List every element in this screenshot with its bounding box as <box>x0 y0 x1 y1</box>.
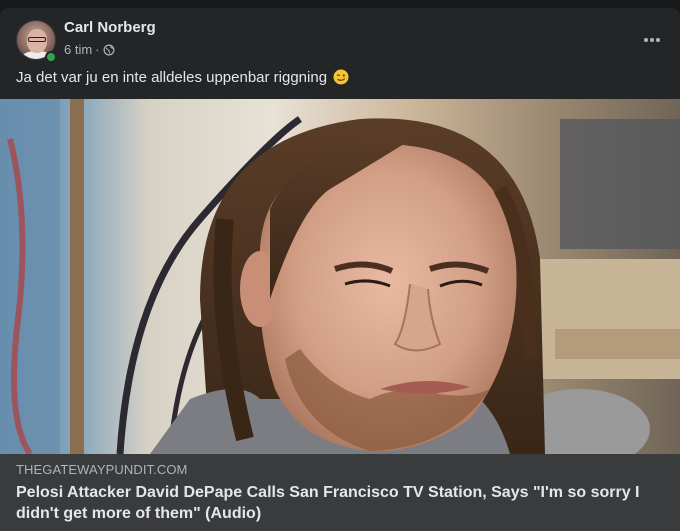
link-title[interactable]: Pelosi Attacker David DePape Calls San F… <box>16 482 656 524</box>
link-domain: THEGATEWAYPUNDIT.COM <box>16 462 188 477</box>
more-options-icon <box>644 38 660 42</box>
winking-face-emoji-icon <box>333 69 349 85</box>
post-meta: 6 tim · <box>64 42 115 57</box>
post-timestamp[interactable]: 6 tim <box>64 42 92 57</box>
post-message-text: Ja det var ju en inte alldeles uppenbar … <box>16 69 328 86</box>
meta-separator: · <box>95 42 100 57</box>
link-preview-image[interactable] <box>0 99 680 454</box>
more-options-button[interactable] <box>634 22 670 58</box>
portrait-photo <box>0 99 680 454</box>
feed-post: Carl Norberg 6 tim · Ja det var ju en in… <box>0 8 680 531</box>
post-message: Ja det var ju en inte alldeles uppenbar … <box>16 68 349 88</box>
online-status-dot <box>45 51 57 63</box>
avatar-glasses <box>28 37 46 42</box>
author-name[interactable]: Carl Norberg <box>64 19 156 36</box>
globe-icon <box>103 44 114 56</box>
link-preview-info[interactable]: THEGATEWAYPUNDIT.COM Pelosi Attacker Dav… <box>0 454 680 531</box>
post-header: Carl Norberg 6 tim · <box>16 18 664 63</box>
link-preview-card[interactable]: THEGATEWAYPUNDIT.COM Pelosi Attacker Dav… <box>0 99 680 531</box>
